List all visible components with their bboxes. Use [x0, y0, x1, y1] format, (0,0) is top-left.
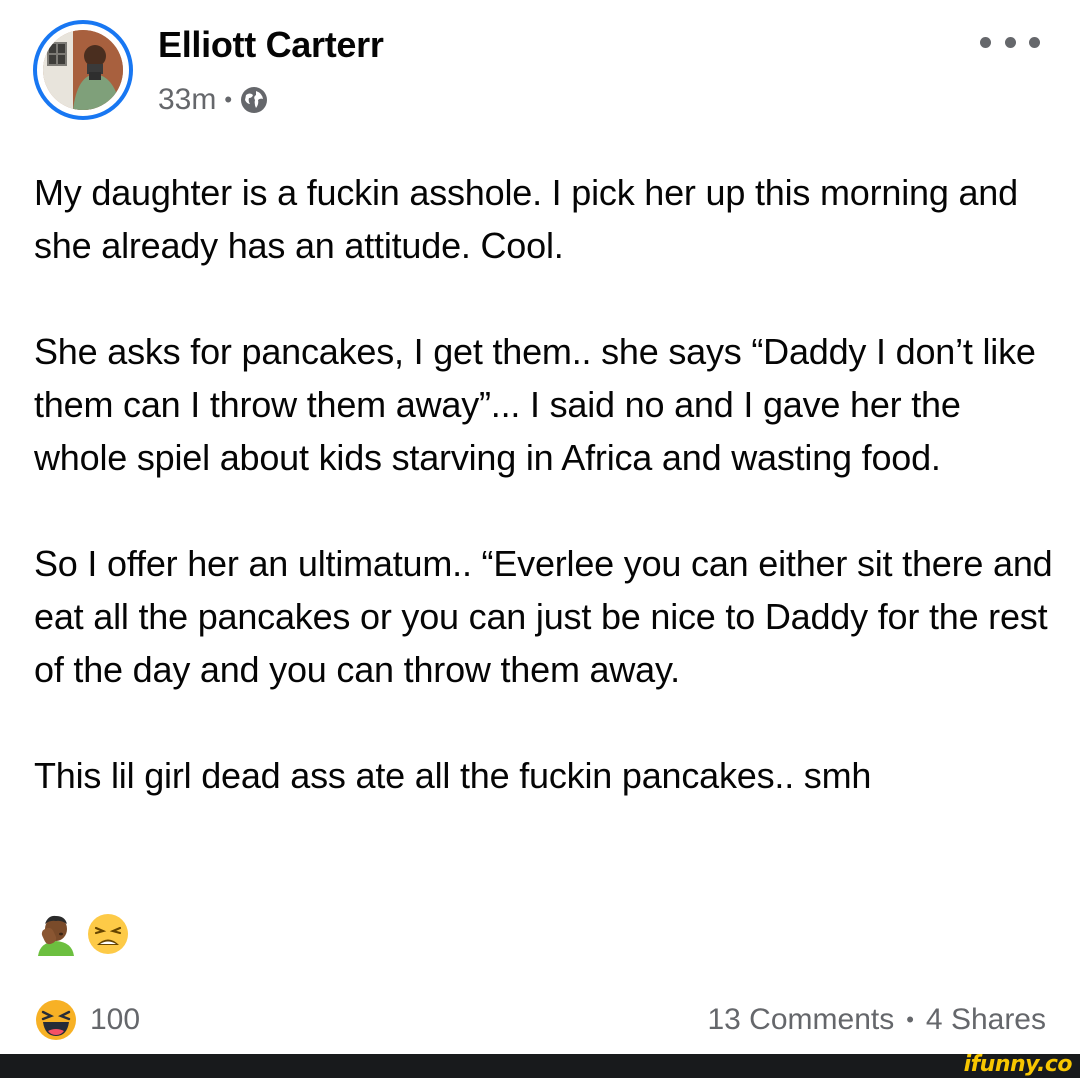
author-name[interactable]: Elliott Carterr	[158, 24, 384, 66]
avatar-photo	[43, 30, 123, 110]
post-paragraph: She asks for pancakes, I get them.. she …	[34, 331, 1036, 478]
more-dot-icon	[980, 36, 991, 48]
more-dot-icon	[1029, 36, 1040, 48]
reaction-count: 100	[90, 1003, 141, 1036]
globe-icon[interactable]	[240, 86, 268, 114]
engagement-summary: 13 Comments • 4 Shares	[707, 1000, 1046, 1040]
shares-count-link[interactable]: 4 Shares	[926, 1003, 1046, 1037]
more-options-button[interactable]	[980, 30, 1040, 54]
post-meta: 33m •	[158, 82, 268, 118]
weary-face-emoji	[86, 912, 130, 956]
profile-avatar-ring[interactable]	[33, 20, 133, 120]
comments-count-link[interactable]: 13 Comments	[707, 1003, 894, 1037]
more-dot-icon	[1004, 36, 1016, 48]
post-paragraph: My daughter is a fuckin asshole. I pick …	[34, 172, 1018, 266]
ifunny-watermark-logo: ifunny.co	[963, 1052, 1073, 1077]
post-text: My daughter is a fuckin asshole. I pick …	[34, 166, 1054, 802]
reactions-summary[interactable]: 100	[34, 996, 140, 1044]
post-paragraph: This lil girl dead ass ate all the fucki…	[34, 755, 872, 796]
engagement-separator: •	[906, 1007, 914, 1032]
watermark-bar: ifunny.co	[0, 1052, 1080, 1078]
post-paragraph: So I offer her an ultimatum.. “Everlee y…	[34, 543, 1053, 690]
haha-reaction-icon	[34, 998, 78, 1042]
post-timestamp[interactable]: 33m	[158, 83, 216, 117]
meta-separator: •	[224, 87, 233, 112]
post-header: Elliott Carterr 33m •	[0, 0, 1080, 140]
post-emojis	[34, 908, 130, 960]
man-facepalming-emoji	[34, 912, 78, 956]
facebook-post: Elliott Carterr 33m • My daughter is a f…	[0, 0, 1080, 1054]
avatar[interactable]	[43, 30, 123, 110]
